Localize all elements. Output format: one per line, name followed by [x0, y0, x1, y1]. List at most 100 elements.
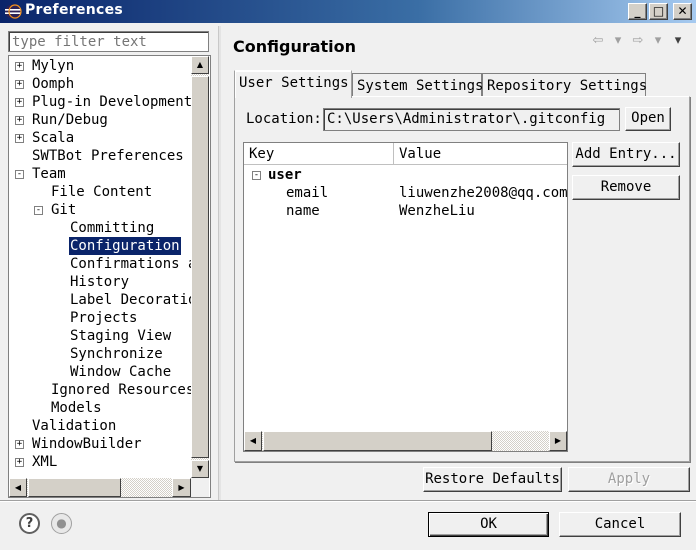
expand-icon[interactable]: + — [15, 116, 24, 125]
tree-item[interactable]: + Mylyn — [9, 57, 191, 75]
window-title: Preferences — [25, 2, 124, 18]
column-header-key[interactable]: Key — [244, 143, 394, 165]
remove-button[interactable]: Remove — [572, 175, 680, 200]
tree-hscrollbar[interactable]: ◀ ▶ — [9, 478, 191, 497]
table-scroll-right-button[interactable]: ▶ — [549, 431, 567, 451]
minimize-button[interactable]: _ — [628, 3, 647, 20]
pane-splitter[interactable] — [218, 26, 221, 502]
expand-icon[interactable]: + — [15, 98, 24, 107]
tree-item-label: WindowBuilder — [32, 436, 142, 452]
tree-item[interactable]: + XML — [9, 453, 191, 471]
tree-item-label: Git — [51, 202, 77, 218]
table-row[interactable]: email liuwenzhe2008@qq.com — [244, 184, 567, 202]
tree-item-label: Plug-in Development — [32, 94, 193, 110]
tree-item-label: Validation — [32, 418, 117, 434]
open-button[interactable]: Open — [625, 107, 671, 131]
close-button[interactable]: ✕ — [673, 3, 692, 20]
collapse-icon[interactable]: - — [34, 206, 43, 215]
title-bar[interactable]: Preferences _ □ ✕ — [0, 0, 696, 23]
tree-scroll-corner — [191, 478, 209, 497]
eclipse-logo-icon — [5, 4, 22, 19]
tree-item[interactable]: Validation — [9, 417, 191, 435]
table-hscroll-thumb[interactable] — [263, 431, 492, 451]
expand-icon[interactable]: + — [15, 440, 24, 449]
back-icon[interactable]: ⇦ — [590, 34, 606, 48]
tab-repository-settings[interactable]: Repository Settings — [482, 73, 647, 97]
tree-item[interactable]: Staging View — [9, 327, 191, 345]
config-table[interactable]: Key Value - user email liuwenzhe2008@qq.c… — [243, 142, 568, 452]
expand-icon[interactable]: + — [15, 80, 24, 89]
expand-icon[interactable]: + — [15, 134, 24, 143]
tree-item[interactable]: - Team — [9, 165, 191, 183]
tree-item-label: Ignored Resources — [51, 382, 195, 398]
config-value: liuwenzhe2008@qq.com — [399, 185, 568, 201]
tree-hscroll-thumb[interactable] — [28, 478, 121, 497]
config-value: WenzheLiu — [399, 203, 475, 219]
tree-item[interactable]: Configuration — [9, 236, 191, 256]
tree-scroll-up-button[interactable]: ▲ — [191, 56, 209, 74]
config-key: email — [286, 185, 329, 201]
tree-scroll-right-button[interactable]: ▶ — [172, 478, 191, 497]
maximize-button[interactable]: □ — [649, 3, 668, 20]
tree-item-label: Projects — [70, 310, 138, 326]
tree-item-label: Confirmations a — [70, 256, 197, 272]
tree-item-label: Configuration — [68, 236, 182, 256]
tree-item[interactable]: Label Decoratio — [9, 291, 196, 309]
tree-item[interactable]: Synchronize — [9, 345, 191, 363]
preference-tree[interactable]: + Mylyn + Oomph + Plug-in Development + Run/Deb… — [8, 55, 211, 498]
table-scroll-left-button[interactable]: ◀ — [244, 431, 262, 451]
tree-item[interactable]: + WindowBuilder — [9, 435, 191, 453]
tab-system-settings[interactable]: System Settings — [352, 73, 483, 97]
tree-item[interactable]: + Plug-in Development — [9, 93, 193, 111]
add-entry-button[interactable]: Add Entry... — [572, 142, 680, 167]
config-key: name — [286, 203, 320, 219]
tree-item[interactable]: History — [9, 273, 191, 291]
view-menu-icon[interactable]: ▾ — [670, 34, 686, 48]
forward-dropdown-icon[interactable]: ▾ — [650, 34, 666, 48]
tree-item-label: XML — [32, 454, 58, 470]
tree-scroll-down-button[interactable]: ▼ — [191, 460, 209, 478]
tree-item[interactable]: Committing — [9, 219, 191, 237]
collapse-icon[interactable]: - — [252, 171, 261, 180]
tree-item[interactable]: Confirmations a — [9, 255, 196, 273]
tree-item[interactable]: + Run/Debug — [9, 111, 191, 129]
tree-item[interactable]: Projects — [9, 309, 191, 327]
tree-item-label: SWTBot Preferences — [32, 148, 184, 164]
tree-item[interactable]: Models — [9, 399, 191, 417]
tree-item[interactable]: File Content — [9, 183, 191, 201]
tree-item-label: Label Decoratio — [70, 292, 197, 308]
tree-item-label: Oomph — [32, 76, 75, 92]
record-macro-icon[interactable]: ● — [51, 513, 72, 534]
apply-button[interactable]: Apply — [568, 467, 690, 492]
tree-item[interactable]: + Scala — [9, 129, 191, 147]
tree-vscroll-thumb[interactable] — [191, 76, 209, 458]
back-dropdown-icon[interactable]: ▾ — [610, 34, 626, 48]
tree-item[interactable]: - Git — [9, 201, 191, 219]
cancel-button[interactable]: Cancel — [559, 512, 681, 537]
tree-item[interactable]: Window Cache — [9, 363, 191, 381]
tab-user-settings[interactable]: User Settings — [234, 70, 352, 98]
table-section-row[interactable]: - user — [244, 166, 567, 184]
restore-defaults-button[interactable]: Restore Defaults — [423, 467, 562, 492]
location-field[interactable]: C:\Users\Administrator\.gitconfig — [323, 108, 620, 131]
filter-input[interactable] — [8, 31, 209, 52]
tree-item[interactable]: SWTBot Preferences — [9, 147, 191, 165]
tree-item[interactable]: + Oomph — [9, 75, 191, 93]
help-icon[interactable]: ? — [19, 513, 40, 534]
tree-item-label: Window Cache — [70, 364, 172, 380]
collapse-icon[interactable]: - — [15, 170, 24, 179]
expand-icon[interactable]: + — [15, 62, 24, 71]
tree-item-label: Committing — [70, 220, 155, 236]
column-header-value[interactable]: Value — [394, 143, 567, 165]
tree-scroll-left-button[interactable]: ◀ — [9, 478, 27, 497]
forward-icon[interactable]: ⇨ — [630, 34, 646, 48]
tree-item-label: Team — [32, 166, 66, 182]
table-row[interactable]: name WenzheLiu — [244, 202, 567, 220]
ok-button[interactable]: OK — [428, 512, 549, 537]
tree-item[interactable]: Ignored Resources — [9, 381, 194, 399]
table-hscrollbar[interactable]: ◀ ▶ — [244, 431, 567, 451]
tree-item-label: Scala — [32, 130, 75, 146]
expand-icon[interactable]: + — [15, 458, 24, 467]
tree-vscrollbar[interactable]: ▲ ▼ — [191, 56, 209, 478]
tree-item-label: File Content — [51, 184, 153, 200]
